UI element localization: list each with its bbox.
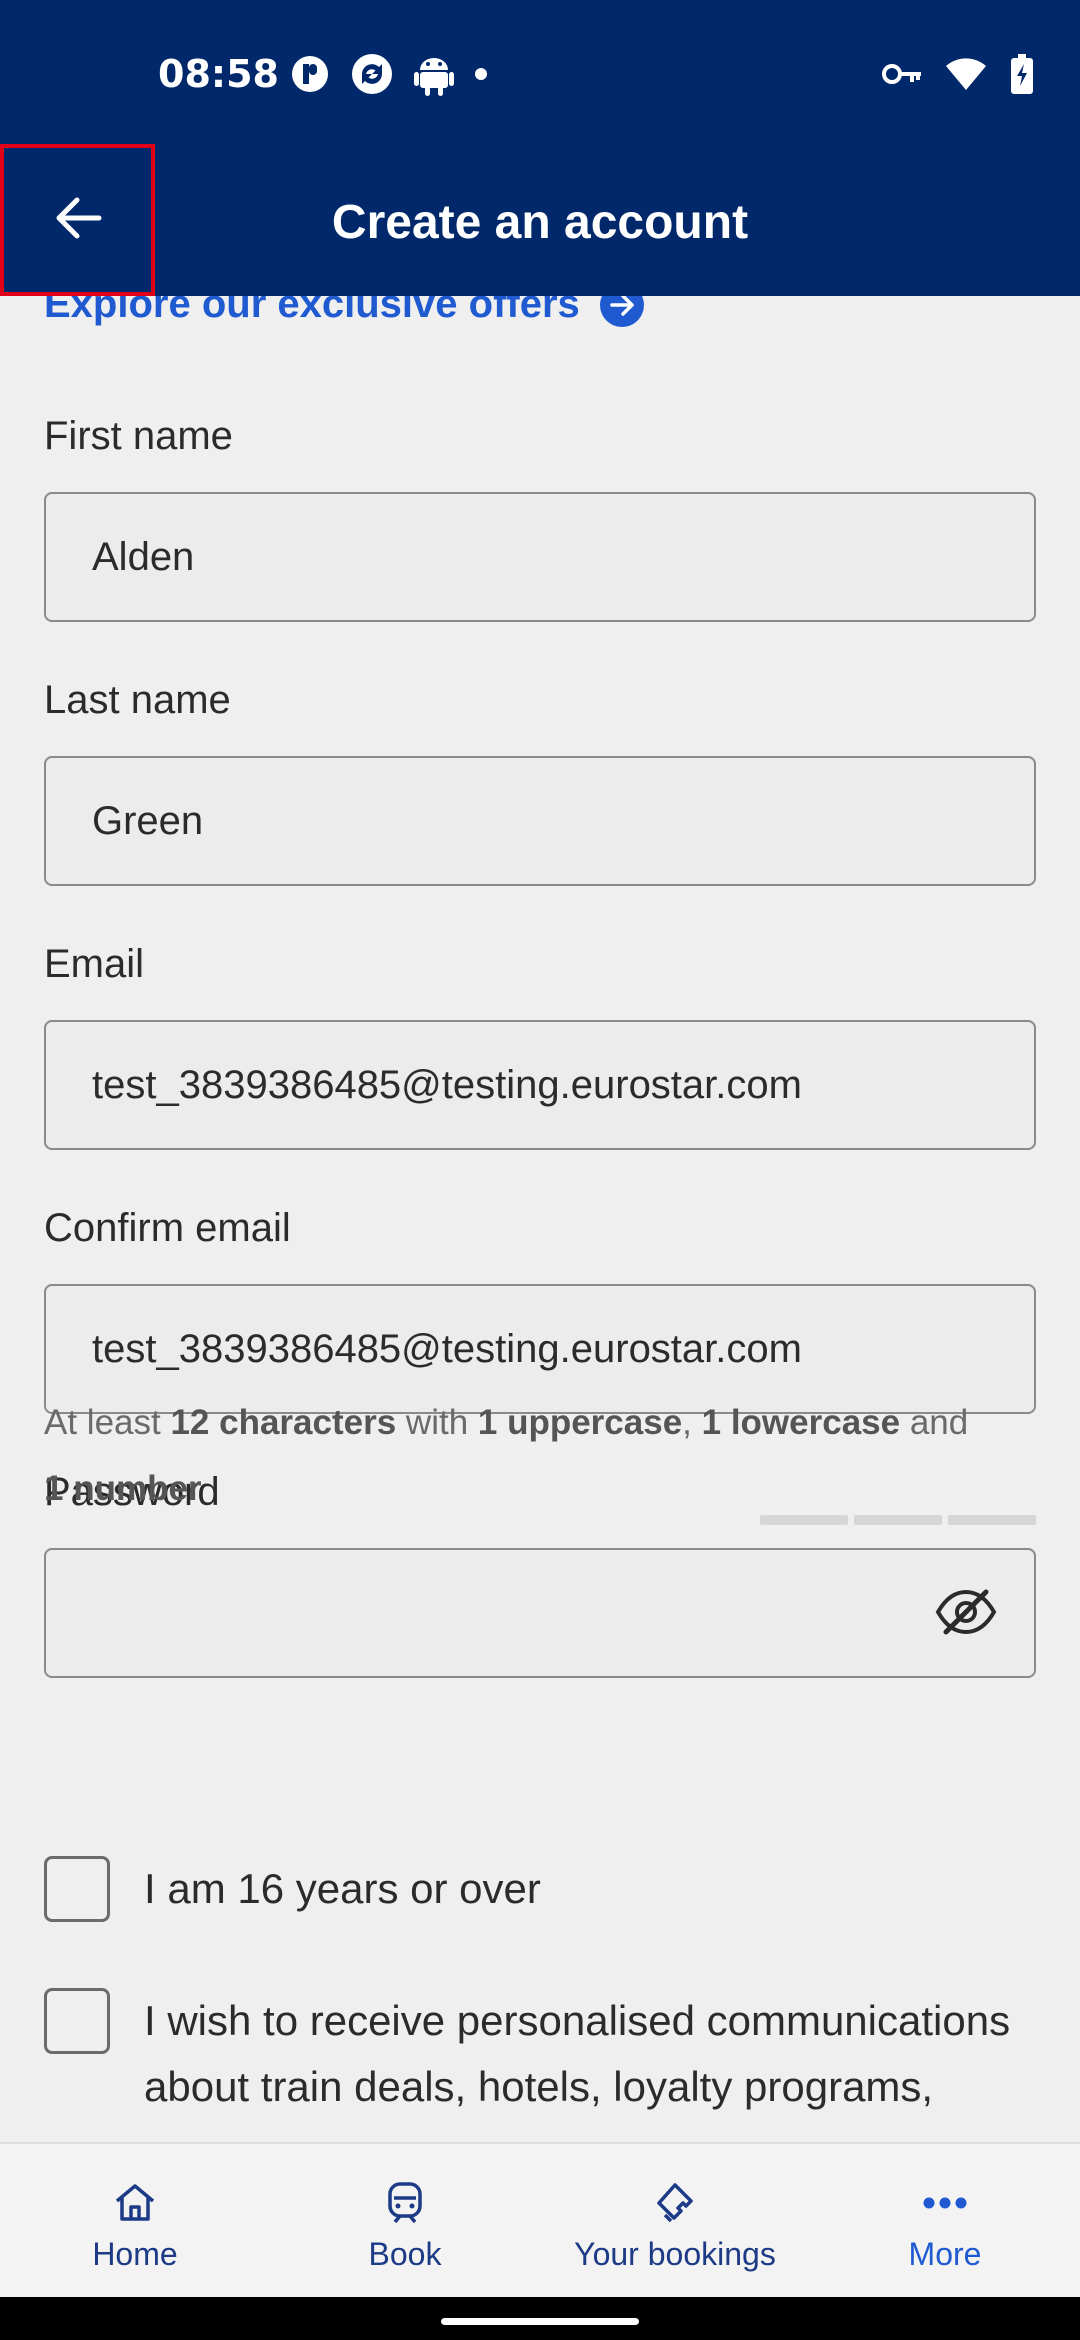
first-name-value: Alden [92,534,195,579]
nav-more[interactable]: More [810,2144,1080,2297]
comms-checkbox[interactable] [44,1988,110,2054]
p-app-icon [290,54,330,94]
email-label: Email [44,942,145,986]
more-dots-icon [923,2178,967,2228]
confirm-email-value: test_3839386485@testing.eurostar.com [92,1326,802,1371]
password-hint: At least 12 characters with 1 uppercase,… [44,1403,969,1508]
app-bar: Create an account [0,150,1080,296]
back-button[interactable] [0,144,155,296]
android-icon [414,52,454,96]
system-gesture-area [0,2297,1080,2340]
age-checkbox[interactable] [44,1856,110,1922]
nav-more-label: More [908,2236,982,2272]
battery-charging-icon [1010,54,1034,94]
nav-book-label: Book [368,2236,442,2272]
status-time: 08:58 [158,52,279,96]
home-gesture-handle[interactable] [441,2318,639,2325]
explore-offers-label: Explore our exclusive offers [44,296,580,326]
last-name-value: Green [92,798,204,843]
age-checkbox-row[interactable]: I am 16 years or over [44,1856,541,1922]
arrow-left-icon [53,196,103,245]
eye-off-icon[interactable] [934,1586,998,1648]
age-checkbox-label: I am 16 years or over [144,1865,541,1912]
page-title: Create an account [331,196,749,249]
explore-offers-link[interactable]: Explore our exclusive offers [44,296,644,327]
status-system-icons [882,54,1034,94]
nav-your-bookings-label: Your bookings [574,2236,776,2272]
dot-icon [474,67,488,81]
nav-home-label: Home [92,2236,178,2272]
status-bar: 08:58 [0,0,1080,150]
refresh-app-icon [350,52,394,96]
wifi-icon [944,56,988,92]
status-notification-icons [290,52,488,96]
arrow-right-circle-icon [599,296,644,327]
comms-checkbox-row[interactable]: I wish to receive personalised communica… [44,1988,1044,2120]
home-icon [113,2178,157,2228]
email-field[interactable]: test_3839386485@testing.eurostar.com [44,1020,1036,1150]
confirm-email-label: Confirm email [44,1206,291,1250]
last-name-label: Last name [44,678,231,722]
ticket-icon [653,2178,697,2228]
nav-your-bookings[interactable]: Your bookings [540,2144,810,2297]
bottom-navigation: Home Book Your bookings More [0,2142,1080,2297]
train-icon [385,2178,425,2228]
password-field[interactable] [44,1548,1036,1678]
comms-checkbox-label: I wish to receive personalised communica… [144,1997,1011,2110]
nav-home[interactable]: Home [0,2144,270,2297]
last-name-field[interactable]: Green [44,756,1036,886]
key-icon [882,62,922,86]
nav-book[interactable]: Book [270,2144,540,2297]
email-value: test_3839386485@testing.eurostar.com [92,1062,802,1107]
first-name-label: First name [44,414,233,458]
first-name-field[interactable]: Alden [44,492,1036,622]
form-content[interactable]: Explore our exclusive offers First name … [0,296,1080,2142]
